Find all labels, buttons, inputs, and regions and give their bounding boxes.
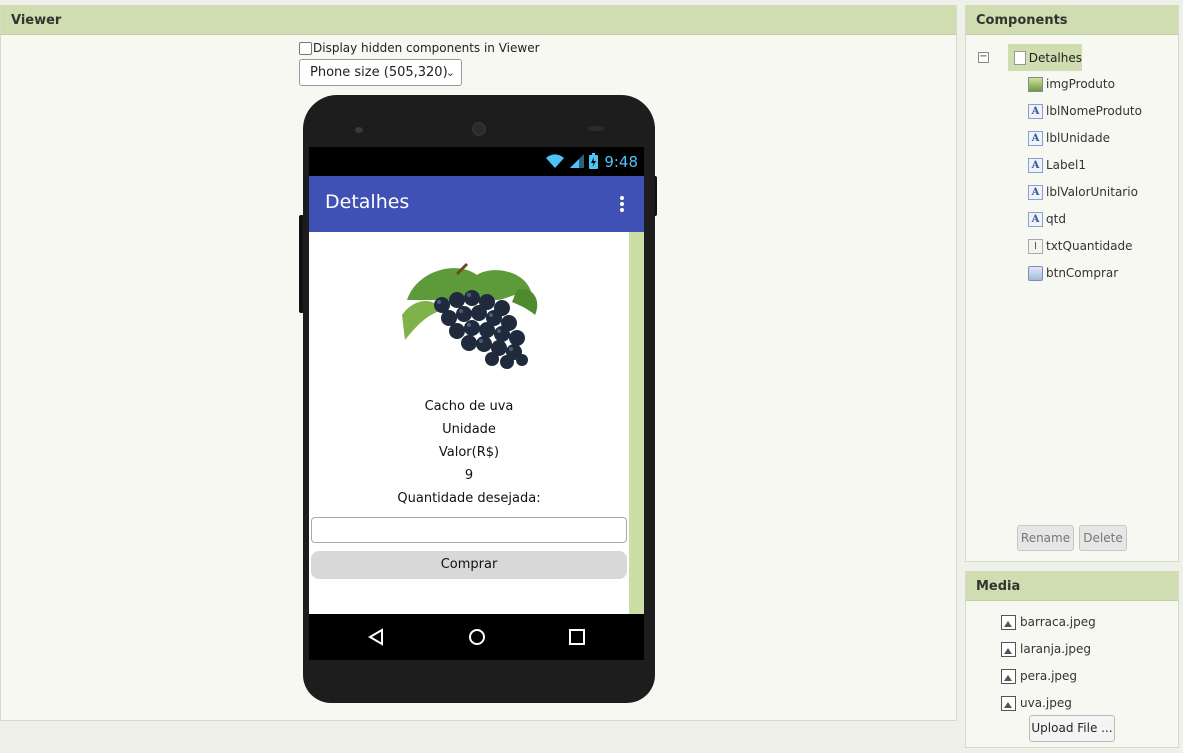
tree-item-label: lblUnidade — [1046, 131, 1110, 145]
button-icon — [1028, 265, 1043, 281]
phone-camera — [472, 122, 486, 136]
media-header: Media — [966, 572, 1178, 601]
label-icon: A — [1028, 211, 1043, 227]
status-time: 9:48 — [604, 153, 638, 171]
media-item-label: barraca.jpeg — [1020, 615, 1096, 629]
image-file-icon — [1001, 695, 1016, 711]
lbl-qtd: Quantidade desejada: — [397, 491, 541, 506]
home-icon[interactable] — [468, 628, 486, 646]
tree-item-label: imgProduto — [1046, 77, 1115, 91]
hidden-components-label: Display hidden components in Viewer — [313, 41, 540, 55]
label-icon: A — [1028, 103, 1043, 119]
phone-speaker — [355, 127, 363, 133]
quantity-input[interactable] — [311, 517, 627, 543]
tree-item-label1[interactable]: A Label1 — [1028, 156, 1086, 174]
label-icon: A — [1028, 157, 1043, 173]
lbl-unidade: Unidade — [442, 422, 496, 437]
media-item-label: uva.jpeg — [1020, 696, 1072, 710]
hidden-components-toggle[interactable]: Display hidden components in Viewer — [299, 41, 540, 55]
battery-icon — [589, 153, 598, 169]
nav-bar — [309, 614, 644, 660]
delete-button[interactable]: Delete — [1079, 525, 1127, 551]
app-bar: Detalhes — [309, 176, 644, 232]
tree-item-lblunidade[interactable]: A lblUnidade — [1028, 129, 1110, 147]
wifi-icon — [546, 154, 564, 168]
media-item-label: pera.jpeg — [1020, 669, 1078, 683]
status-bar: 9:48 — [309, 147, 644, 176]
tree-item-label: qtd — [1046, 212, 1066, 226]
media-item[interactable]: uva.jpeg — [1001, 694, 1072, 712]
tree-item-label: lblValorUnitario — [1046, 185, 1138, 199]
status-icons — [545, 153, 598, 169]
overflow-menu-icon[interactable] — [620, 196, 624, 212]
hidden-components-checkbox[interactable] — [299, 41, 312, 55]
media-panel: Media barraca.jpeg laranja.jpeg pera.jpe… — [965, 571, 1179, 748]
upload-file-button[interactable]: Upload File ... — [1029, 715, 1115, 742]
tree-item-btncomprar[interactable]: btnComprar — [1028, 264, 1118, 282]
image-file-icon — [1001, 641, 1016, 657]
tree-item-label: txtQuantidade — [1046, 239, 1133, 253]
back-icon[interactable] — [368, 628, 384, 646]
media-item[interactable]: laranja.jpeg — [1001, 640, 1091, 658]
grapes-image[interactable] — [397, 260, 547, 372]
lbl-nome-produto: Cacho de uva — [424, 399, 514, 414]
tree-item-imgproduto[interactable]: imgProduto — [1028, 75, 1115, 93]
app-title: Detalhes — [325, 191, 410, 213]
label1: Valor(R$) — [438, 445, 500, 460]
tree-item-label: Label1 — [1046, 158, 1087, 172]
screen-scrollbar[interactable] — [629, 232, 644, 614]
rename-button[interactable]: Rename — [1017, 525, 1074, 551]
tree-root-label: Detalhes — [1028, 50, 1082, 65]
screen-icon — [1014, 50, 1026, 65]
media-item[interactable]: pera.jpeg — [1001, 667, 1077, 685]
label-icon: A — [1028, 184, 1043, 200]
tree-item-lblnomeproduto[interactable]: A lblNomeProduto — [1028, 102, 1142, 120]
collapse-icon[interactable]: − — [978, 52, 989, 63]
tree-item-label: btnComprar — [1046, 266, 1119, 280]
label-icon: A — [1028, 130, 1043, 146]
textbox-icon: I — [1028, 238, 1043, 254]
chevron-down-icon: ⌄ — [445, 66, 455, 79]
phone-size-value: Phone size (505,320) — [310, 65, 448, 80]
image-file-icon — [1001, 614, 1016, 630]
recents-icon[interactable] — [568, 628, 586, 646]
phone-sensor — [588, 126, 604, 131]
components-header: Components — [966, 6, 1178, 35]
media-item[interactable]: barraca.jpeg — [1001, 613, 1096, 631]
image-file-icon — [1001, 668, 1016, 684]
lbl-valor-unitario: 9 — [464, 468, 474, 483]
components-panel: Components − Detalhes imgProduto A lblNo… — [965, 5, 1179, 562]
tree-item-label: lblNomeProduto — [1046, 104, 1142, 118]
phone-size-select[interactable]: Phone size (505,320) ⌄ — [299, 59, 462, 86]
comprar-button[interactable]: Comprar — [311, 551, 627, 579]
tree-root-detalhes[interactable]: Detalhes — [1008, 44, 1082, 71]
signal-icon — [570, 154, 584, 168]
tree-item-lblvalorunitario[interactable]: A lblValorUnitario — [1028, 183, 1138, 201]
tree-item-txtquantidade[interactable]: I txtQuantidade — [1028, 237, 1133, 255]
viewer-header: Viewer — [1, 6, 956, 35]
tree-item-qtd[interactable]: A qtd — [1028, 210, 1066, 228]
phone-screen: Cacho de uva Unidade Valor(R$) 9 Quantid… — [309, 232, 644, 614]
image-icon — [1028, 76, 1043, 92]
media-item-label: laranja.jpeg — [1020, 642, 1092, 656]
